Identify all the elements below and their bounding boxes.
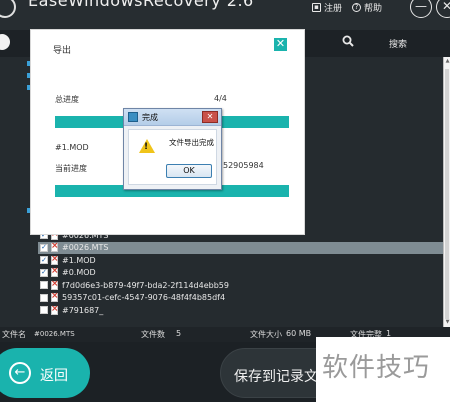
list-item[interactable]: ✓ #0026.MTS <box>38 241 443 254</box>
total-progress-label: 总进度 <box>55 95 79 104</box>
size-label: 文件大小 <box>250 330 282 339</box>
app-title: EaseWindowsRecovery 2.6 <box>28 0 254 10</box>
file-icon <box>51 241 59 253</box>
list-item[interactable]: ✓ #1.MOD <box>38 254 443 267</box>
register-link[interactable]: ▪ 注册 <box>311 1 342 14</box>
vertical-scrollbar[interactable]: ▲ ▼ <box>443 57 450 327</box>
file-checkbox[interactable] <box>40 281 48 290</box>
file-icon <box>51 291 59 303</box>
file-icon <box>51 266 59 278</box>
file-checkbox[interactable] <box>40 306 48 315</box>
close-button[interactable]: ✕ <box>436 0 450 18</box>
completion-title: 完成 <box>142 113 158 122</box>
completion-dialog: 完成 ✕ ! 文件导出完成 OK <box>123 108 222 190</box>
file-name: #0.MOD <box>62 268 96 278</box>
export-close-button[interactable]: ✕ <box>274 38 287 51</box>
close-icon: ✕ <box>275 37 286 50</box>
watermark-text: 软件技巧 <box>322 353 431 383</box>
minimize-button[interactable]: — <box>410 0 432 18</box>
count-label: 文件数 <box>141 330 165 339</box>
list-item[interactable]: f7d0d6e3-b879-49f7-bda2-2f114d4ebb59 <box>38 279 443 292</box>
current-file-name: #1.MOD <box>55 143 89 152</box>
file-checkbox[interactable]: ✓ <box>40 256 48 265</box>
completion-close-button[interactable]: ✕ <box>202 111 218 123</box>
register-label: 注册 <box>323 3 342 14</box>
top-links: ▪ 注册 ? 帮助 <box>311 0 392 14</box>
current-progress-label: 当前进度 <box>55 164 87 173</box>
watermark: 软件技巧 <box>316 337 450 402</box>
file-icon <box>51 304 59 315</box>
warning-mark: ! <box>144 142 149 152</box>
list-item[interactable]: #791687_ <box>38 304 443 317</box>
app-icon <box>128 112 138 122</box>
count-value: 5 <box>176 329 182 338</box>
export-dialog-title: 导出 <box>53 46 72 56</box>
total-progress-value: 4/4 <box>214 94 227 103</box>
completion-titlebar: 完成 ✕ <box>124 109 221 126</box>
search-button[interactable]: 搜索 <box>389 37 407 50</box>
scroll-down-icon[interactable]: ▼ <box>444 319 450 326</box>
file-name: #0026.MTS <box>62 243 109 253</box>
filename-value: #0026.MTS <box>34 330 75 338</box>
close-icon: ✕ <box>206 112 214 121</box>
search-icon[interactable] <box>342 35 354 47</box>
scroll-up-icon[interactable]: ▲ <box>444 58 450 65</box>
back-label: 返回 <box>40 368 68 384</box>
help-label: 帮助 <box>363 3 382 14</box>
minimize-icon: — <box>415 0 427 13</box>
size-value: 60 MB <box>286 329 312 338</box>
filename-label: 文件名 <box>2 330 26 339</box>
current-progress-value: 52905984 <box>223 161 264 170</box>
lock-icon: ▪ <box>311 2 321 12</box>
arrow-left-icon: ← <box>9 362 31 384</box>
close-icon: ✕ <box>441 0 450 13</box>
app-logo-icon <box>0 0 16 18</box>
list-item[interactable]: 59357c01-cefc-4547-9076-48f4f4b85df4 <box>38 291 443 305</box>
help-link[interactable]: ? 帮助 <box>351 1 382 14</box>
list-item[interactable]: ✓ #0.MOD <box>38 266 443 280</box>
file-name: #1.MOD <box>62 255 96 265</box>
file-checkbox[interactable] <box>40 293 48 302</box>
file-checkbox[interactable]: ✓ <box>40 243 48 252</box>
file-name: 59357c01-cefc-4547-9076-48f4f4b85df4 <box>62 293 226 303</box>
title-bar: EaseWindowsRecovery 2.6 ▪ 注册 ? 帮助 — ✕ <box>0 0 450 30</box>
file-name: f7d0d6e3-b879-49f7-bda2-2f114d4ebb59 <box>62 280 229 290</box>
file-icon <box>51 254 59 265</box>
completion-body: ! 文件导出完成 OK <box>128 129 217 185</box>
file-name: #791687_ <box>62 305 104 315</box>
view-toggle[interactable] <box>0 34 10 50</box>
back-button[interactable]: ← 返回 <box>0 348 90 398</box>
file-icon <box>51 279 59 290</box>
file-checkbox[interactable]: ✓ <box>40 268 48 277</box>
completion-message: 文件导出完成 <box>169 138 214 147</box>
ok-button[interactable]: OK <box>166 164 212 178</box>
file-list: ✓ #0026.MTS ✓ #0026.MTS ✓ #1.MOD ✓ #0.MO… <box>38 229 443 317</box>
scroll-thumb[interactable] <box>445 69 449 319</box>
question-icon: ? <box>351 2 361 12</box>
